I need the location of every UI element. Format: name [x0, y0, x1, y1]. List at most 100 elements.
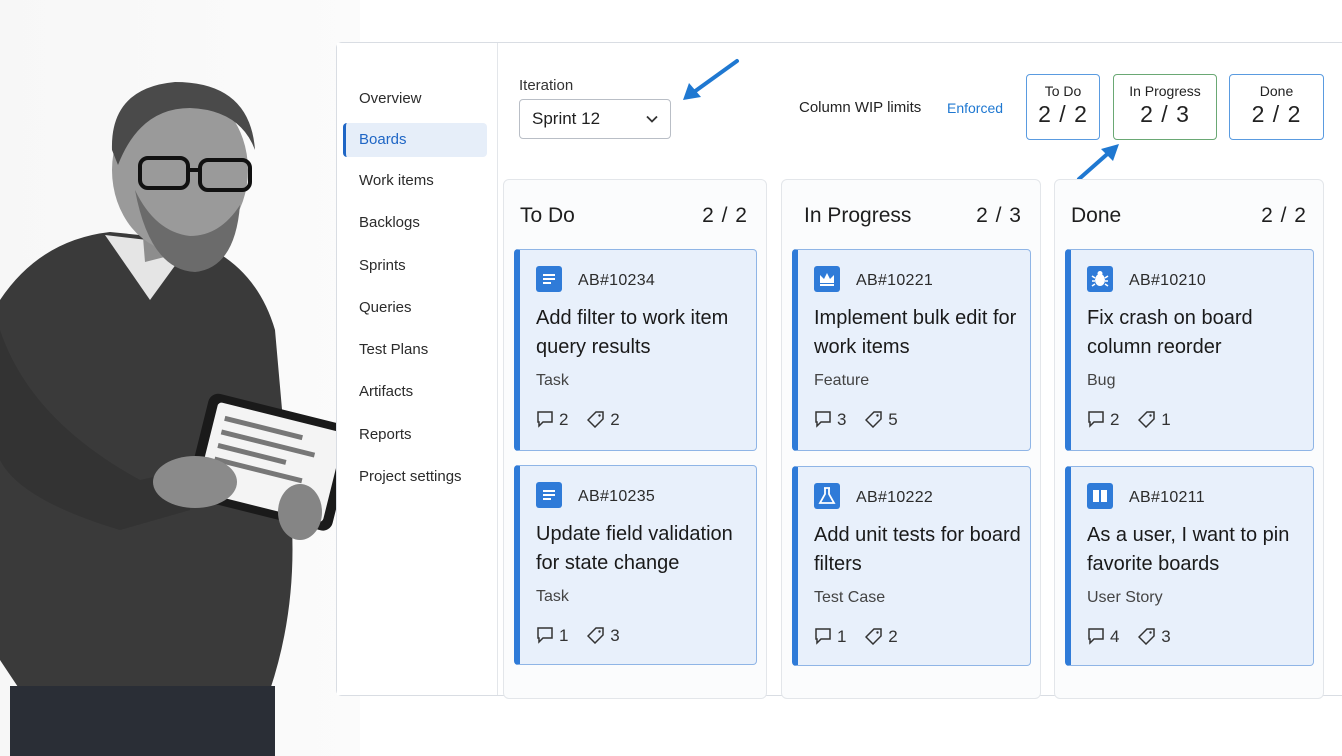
- book-icon: [1087, 483, 1113, 509]
- work-item-title: Add filter to work item query results: [536, 307, 729, 358]
- work-item-card[interactable]: AB#10221 Implement bulk edit for work it…: [792, 249, 1031, 451]
- comment-count: 2: [1110, 410, 1120, 429]
- tag-icon: [1138, 411, 1155, 429]
- column-count: 2 / 2: [1261, 204, 1307, 227]
- tag-icon: [865, 411, 882, 429]
- iteration-label: Iteration: [519, 77, 574, 94]
- sidebar-item-overview[interactable]: Overview: [343, 82, 487, 116]
- sidebar-item-test-plans[interactable]: Test Plans: [343, 333, 487, 367]
- tag-count: 3: [610, 626, 620, 645]
- work-item-card[interactable]: AB#10211 As a user, I want to pin favori…: [1065, 466, 1314, 666]
- task-icon: [536, 266, 562, 292]
- work-item-card[interactable]: AB#10210 Fix crash on board column reord…: [1065, 249, 1314, 451]
- sidebar-item-backlogs[interactable]: Backlogs: [343, 206, 487, 240]
- card-meta: 1 2: [814, 627, 912, 647]
- tag-icon: [587, 411, 604, 429]
- card-meta: 3 5: [814, 410, 912, 430]
- board-column-done: Done 2 / 2 AB#10210 Fix crash on board c…: [1054, 179, 1324, 699]
- work-item-title: Update field validation for state change: [536, 523, 733, 574]
- person-with-tablet-photo: [0, 0, 360, 756]
- sidebar-item-queries[interactable]: Queries: [343, 291, 487, 325]
- wip-box-title: In Progress: [1129, 83, 1201, 99]
- work-item-title: Fix crash on board column reorder: [1087, 307, 1253, 358]
- comment-count: 4: [1110, 627, 1120, 646]
- tag-count: 1: [1161, 410, 1171, 429]
- sidebar-item-boards[interactable]: Boards: [343, 123, 487, 157]
- work-item-type: Task: [536, 588, 569, 605]
- work-item-id: AB#10235: [578, 488, 656, 505]
- flask-icon: [814, 483, 840, 509]
- comment-count: 2: [559, 410, 569, 429]
- task-icon: [536, 482, 562, 508]
- work-item-title: Implement bulk edit for work items: [814, 307, 1017, 358]
- work-item-title: As a user, I want to pin favorite boards: [1087, 524, 1290, 575]
- card-meta: 1 3: [536, 626, 634, 646]
- column-count: 2 / 2: [702, 204, 748, 227]
- wip-box-in-progress: In Progress 2 / 3: [1113, 74, 1217, 140]
- work-item-card[interactable]: AB#10235 Update field validation for sta…: [514, 465, 757, 665]
- tag-icon: [587, 627, 604, 645]
- comment-icon: [1088, 628, 1104, 645]
- board-column-todo: To Do 2 / 2 AB#10234 Add filter to work …: [503, 179, 767, 699]
- tag-icon: [865, 628, 882, 646]
- card-meta: 2 2: [536, 410, 634, 430]
- comment-icon: [537, 627, 553, 644]
- work-item-card[interactable]: AB#10222 Add unit tests for board filter…: [792, 466, 1031, 666]
- tag-icon: [1138, 628, 1155, 646]
- column-title: Done: [1071, 204, 1122, 227]
- wip-box-value: 2 / 3: [1140, 101, 1190, 127]
- iteration-select[interactable]: Sprint 12: [519, 99, 671, 139]
- comment-icon: [815, 628, 831, 645]
- board-column-in-progress: In Progress 2 / 3 AB#10221 Implement bul…: [781, 179, 1041, 699]
- tag-count: 2: [888, 627, 898, 646]
- bug-icon: [1087, 266, 1113, 292]
- sidebar-item-reports[interactable]: Reports: [343, 418, 487, 452]
- wip-enforced-link[interactable]: Enforced: [947, 100, 1003, 116]
- work-item-type: Bug: [1087, 372, 1116, 389]
- sidebar-item-project-settings[interactable]: Project settings: [343, 460, 487, 494]
- sidebar-item-artifacts[interactable]: Artifacts: [343, 375, 487, 409]
- work-item-type: User Story: [1087, 589, 1163, 606]
- wip-limits-label: Column WIP limits: [799, 99, 922, 116]
- iteration-value: Sprint 12: [532, 109, 601, 128]
- work-item-type: Task: [536, 372, 569, 389]
- tag-count: 3: [1161, 627, 1171, 646]
- work-item-id: AB#10234: [578, 272, 656, 289]
- wip-box-todo: To Do 2 / 2: [1026, 74, 1100, 140]
- comment-count: 3: [837, 410, 847, 429]
- tag-count: 2: [610, 410, 620, 429]
- sidebar-nav: Overview Boards Work items Backlogs Spri…: [337, 43, 498, 695]
- work-item-id: AB#10211: [1129, 489, 1205, 506]
- wip-box-title: To Do: [1044, 83, 1082, 99]
- tag-count: 5: [888, 410, 898, 429]
- comment-count: 1: [559, 626, 569, 645]
- crown-icon: [814, 266, 840, 292]
- annotation-arrow-icon: [683, 59, 739, 100]
- wip-box-value: 2 / 2: [1038, 101, 1088, 127]
- annotation-arrow-icon: [1077, 144, 1119, 181]
- work-item-type: Feature: [814, 372, 870, 389]
- chevron-down-icon: [646, 115, 658, 123]
- sidebar-item-work-items[interactable]: Work items: [343, 164, 487, 198]
- work-item-id: AB#10210: [1129, 272, 1207, 289]
- comment-count: 1: [837, 627, 847, 646]
- work-item-card[interactable]: AB#10234 Add filter to work item query r…: [514, 249, 757, 451]
- comment-icon: [537, 411, 553, 428]
- sidebar-item-sprints[interactable]: Sprints: [343, 249, 487, 283]
- column-count: 2 / 3: [976, 204, 1022, 227]
- column-title: In Progress: [804, 204, 912, 227]
- board-main: Iteration Sprint 12 Column WIP limits En…: [497, 43, 1342, 699]
- card-meta: 4 3: [1087, 627, 1185, 647]
- wip-box-value: 2 / 2: [1251, 101, 1302, 127]
- wip-box-done: Done 2 / 2: [1229, 74, 1324, 140]
- card-meta: 2 1: [1087, 410, 1185, 430]
- work-item-id: AB#10221: [856, 272, 934, 289]
- comment-icon: [1088, 411, 1104, 428]
- work-item-type: Test Case: [814, 589, 886, 606]
- work-item-id: AB#10222: [856, 489, 934, 506]
- wip-box-title: Done: [1259, 83, 1294, 99]
- column-title: To Do: [520, 204, 575, 227]
- boards-app-window: Overview Boards Work items Backlogs Spri…: [336, 42, 1342, 699]
- comment-icon: [815, 411, 831, 428]
- work-item-title: Add unit tests for board filters: [814, 524, 1021, 575]
